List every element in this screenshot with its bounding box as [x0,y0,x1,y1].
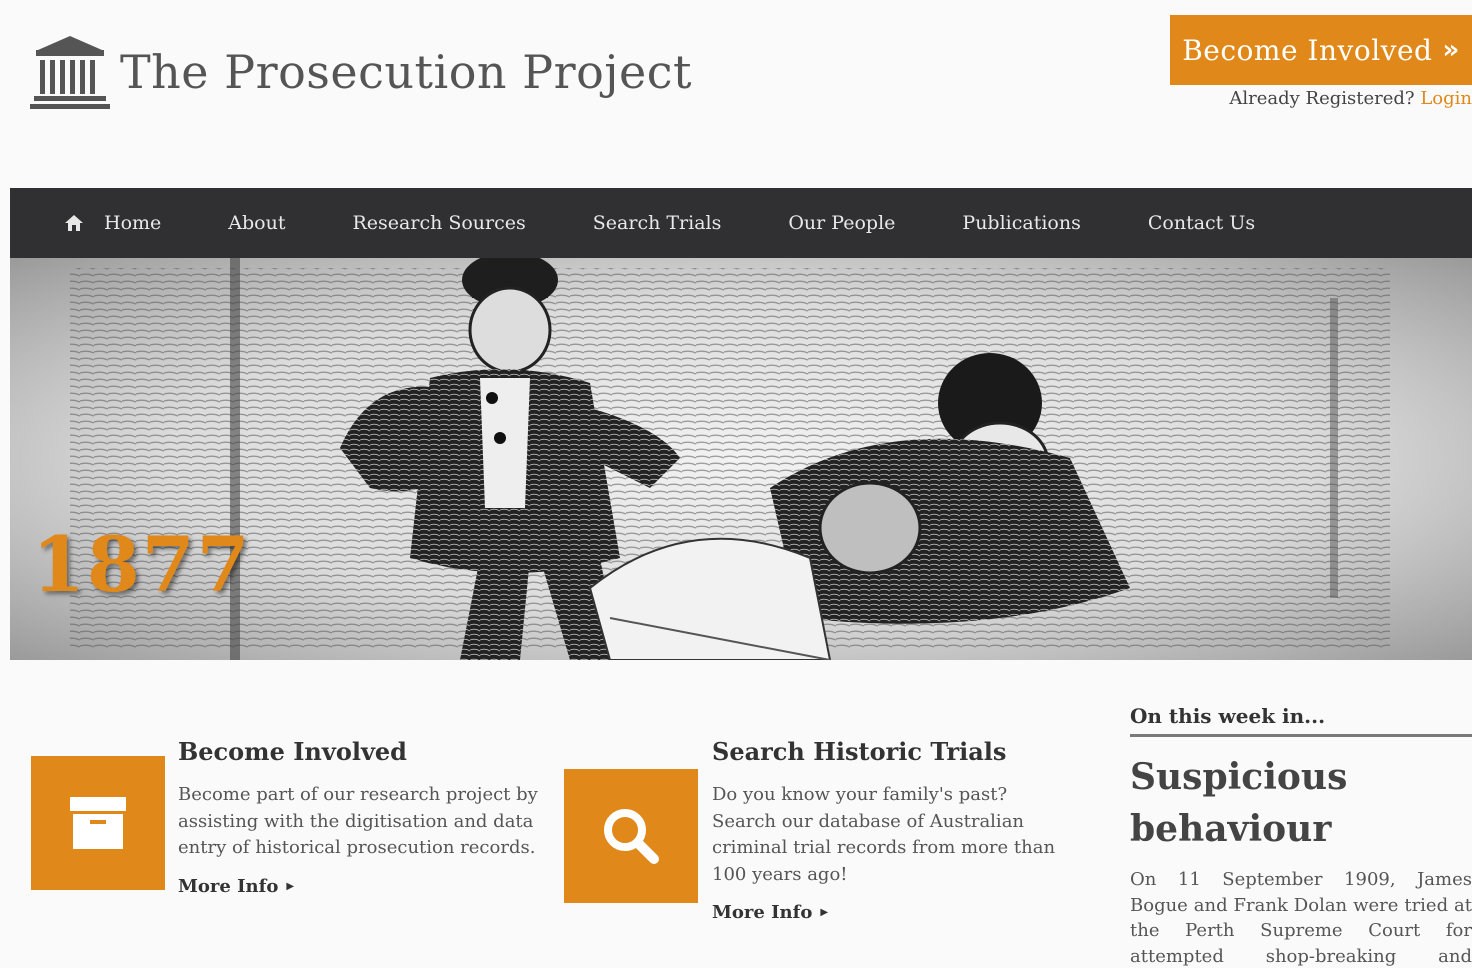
on-this-week-heading: On this week in... [1130,704,1472,737]
on-this-week-panel: On this week in... Suspicious behaviour … [1130,704,1472,968]
nav-item-research-sources[interactable]: Research Sources [352,212,525,234]
week-story-title[interactable]: Suspicious behaviour [1130,751,1472,855]
more-info-label: More Info [712,902,813,923]
already-registered: Already Registered? Login [1229,88,1472,109]
archive-box-icon [70,797,126,849]
home-icon [65,215,83,231]
main-nav: Home About Research Sources Search Trial… [10,188,1472,258]
login-link[interactable]: Login [1420,88,1472,109]
already-registered-text: Already Registered? [1229,88,1415,109]
nav-label: About [228,212,286,234]
nav-item-publications[interactable]: Publications [962,212,1080,234]
search-icon [604,809,659,864]
become-involved-tile[interactable] [31,756,165,890]
nav-item-home[interactable]: Home [64,212,161,234]
feature-title: Become Involved [178,737,407,766]
nav-item-contact-us[interactable]: Contact Us [1148,212,1255,234]
more-info-link[interactable]: More Info ▶ [178,876,294,897]
site-title: The Prosecution Project [120,45,693,99]
nav-label: Research Sources [352,212,526,234]
caret-right-icon: ▶ [820,907,829,918]
become-involved-button[interactable]: Become Involved » [1170,15,1472,85]
nav-label: Publications [962,212,1081,234]
hero-banner: 1877 [10,258,1472,660]
nav-item-search-trials[interactable]: Search Trials [593,212,722,234]
courthouse-icon [30,36,110,109]
nav-label: Home [104,212,162,234]
double-chevron-right-icon: » [1442,35,1460,65]
feature-text: Become part of our research project by a… [178,784,538,858]
hero-year: 1877 [32,520,252,609]
search-trials-tile[interactable] [564,769,698,903]
become-involved-label: Become Involved [1182,33,1433,67]
feature-text: Do you know your family's past? Search o… [712,784,1056,885]
feature-search-trials: Search Historic Trials Do you know your … [712,737,1057,923]
more-info-link[interactable]: More Info ▶ [712,902,828,923]
week-story-text: On 11 September 1909, James Bogue and Fr… [1130,869,1472,967]
nav-label: Our People [788,212,896,234]
nav-item-about[interactable]: About [228,212,285,234]
feature-become-involved: Become Involved Become part of our resea… [178,737,538,897]
nav-label: Contact Us [1147,212,1256,234]
caret-right-icon: ▶ [286,880,295,892]
more-info-label: More Info [178,875,279,897]
nav-item-our-people[interactable]: Our People [788,212,895,234]
nav-label: Search Trials [592,212,722,234]
feature-title: Search Historic Trials [712,737,1007,766]
site-logo[interactable]: The Prosecution Project [30,34,692,110]
